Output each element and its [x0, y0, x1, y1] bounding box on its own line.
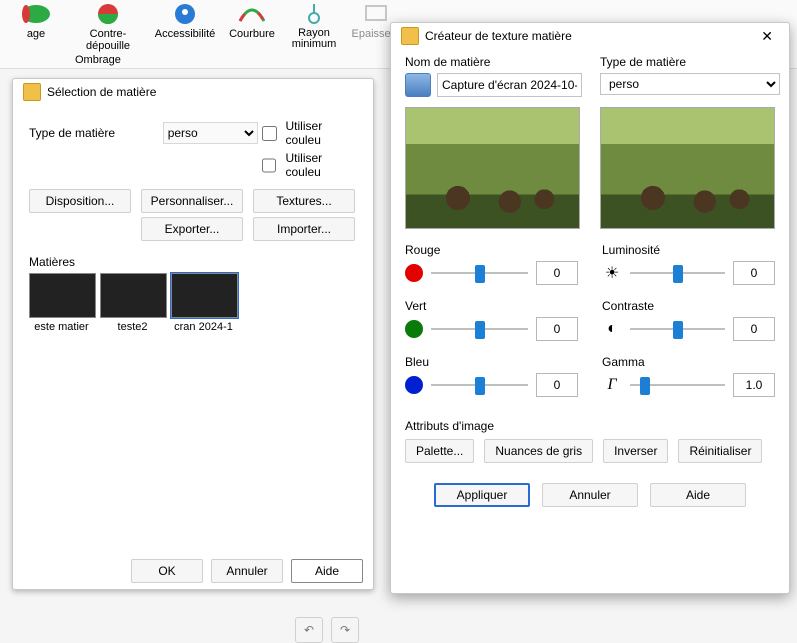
help-button[interactable]: Aide [291, 559, 363, 583]
vert-value[interactable] [536, 317, 578, 341]
redo-button[interactable]: ↷ [331, 617, 359, 643]
dialog-title: Créateur de texture matière [425, 29, 572, 43]
material-name-input[interactable] [437, 73, 582, 97]
dialog-title-icon [23, 83, 41, 101]
dialog-title: Sélection de matière [47, 85, 156, 99]
appliquer-button[interactable]: Appliquer [434, 483, 530, 507]
material-type-label: Type de matière [600, 55, 780, 69]
aide-button[interactable]: Aide [650, 483, 746, 507]
open-file-icon[interactable] [405, 73, 431, 97]
ribbon-label: Rayon minimum [284, 28, 344, 50]
thumb-image [100, 273, 167, 318]
matieres-label: Matières [29, 255, 357, 269]
ribbon-icon [90, 0, 126, 28]
bleu-slider[interactable] [431, 376, 528, 394]
ribbon-item-courbure[interactable]: Courbure [222, 0, 282, 52]
use-colour-1-checkbox[interactable] [262, 126, 276, 141]
thumb-caption: teste2 [100, 321, 165, 333]
dialog-title-bar: Créateur de texture matière ✕ [391, 23, 789, 49]
material-thumbs: este matier teste2 cran 2024-1 [29, 273, 357, 333]
close-icon[interactable]: ✕ [755, 28, 779, 45]
gamma-label: Gamma [602, 355, 775, 369]
bleu-label: Bleu [405, 355, 578, 369]
bleu-value[interactable] [536, 373, 578, 397]
textures-button[interactable]: Textures... [253, 189, 355, 213]
contraste-slider[interactable] [630, 320, 725, 338]
vert-label: Vert [405, 299, 578, 313]
gamma-slider[interactable] [630, 376, 725, 394]
use-colour-2-label: Utiliser couleu [285, 151, 357, 179]
luminosite-slider[interactable] [630, 264, 725, 282]
rouge-value[interactable] [536, 261, 578, 285]
thumb-caption: cran 2024-1 [171, 321, 236, 333]
ok-button[interactable]: OK [131, 559, 203, 583]
palette-button[interactable]: Palette... [405, 439, 474, 463]
reinitialiser-button[interactable]: Réinitialiser [678, 439, 762, 463]
personnaliser-button[interactable]: Personnaliser... [141, 189, 243, 213]
dialog-title-bar: Sélection de matière [13, 79, 373, 105]
ribbon-label: Contre-dépouille [68, 28, 148, 52]
contrast-icon: ◐ [602, 319, 622, 339]
ribbon-label: Accessibilité [155, 28, 216, 40]
inverser-button[interactable]: Inverser [603, 439, 668, 463]
ribbon-label: age [27, 28, 45, 40]
ribbon-item-accessibilite[interactable]: Accessibilité [150, 0, 220, 52]
dialog-texture-creator: Créateur de texture matière ✕ Nom de mat… [390, 22, 790, 594]
ribbon-icon [167, 0, 203, 28]
green-dot-icon [405, 320, 423, 338]
material-thumb[interactable]: cran 2024-1 [171, 273, 236, 333]
thumb-image [171, 273, 238, 318]
luminosite-value[interactable] [733, 261, 775, 285]
exporter-button[interactable]: Exporter... [141, 217, 243, 241]
use-colour-2-checkbox[interactable] [262, 158, 276, 173]
red-dot-icon [405, 264, 423, 282]
brightness-icon: ☀ [602, 263, 622, 283]
undo-button[interactable]: ↶ [295, 617, 323, 643]
texture-preview-original [405, 107, 580, 229]
dialog-title-icon [401, 27, 419, 45]
material-thumb[interactable]: este matier [29, 273, 94, 333]
vert-slider[interactable] [431, 320, 528, 338]
dialog-material-selection: Sélection de matière Type de matière per… [12, 78, 374, 590]
ribbon-icon [234, 0, 270, 28]
annuler-button[interactable]: Annuler [542, 483, 638, 507]
ribbon-icon [18, 0, 54, 28]
thumb-image [29, 273, 96, 318]
material-type-select[interactable]: perso [600, 73, 780, 95]
material-thumb[interactable]: teste2 [100, 273, 165, 333]
ribbon-item-age[interactable]: age [6, 0, 66, 52]
use-colour-1-label: Utiliser couleu [286, 119, 357, 147]
cancel-button[interactable]: Annuler [211, 559, 283, 583]
rouge-label: Rouge [405, 243, 578, 257]
material-type-label: Type de matière [29, 126, 163, 140]
importer-button[interactable]: Importer... [253, 217, 355, 241]
luminosite-label: Luminosité [602, 243, 775, 257]
ribbon-group-caption: Ombrage [75, 54, 121, 66]
disposition-button[interactable]: Disposition... [29, 189, 131, 213]
rouge-slider[interactable] [431, 264, 528, 282]
ribbon-icon [358, 0, 394, 28]
gamma-icon: Γ [602, 375, 622, 395]
material-name-label: Nom de matière [405, 55, 582, 69]
blue-dot-icon [405, 376, 423, 394]
nuances-gris-button[interactable]: Nuances de gris [484, 439, 593, 463]
ribbon-icon [296, 0, 332, 28]
contraste-value[interactable] [733, 317, 775, 341]
ribbon-label: Courbure [229, 28, 275, 40]
material-type-select[interactable]: perso [163, 122, 259, 144]
image-attributes-label: Attributs d'image [391, 419, 789, 433]
ribbon-item-rayon-minimum[interactable]: Rayon minimum [284, 0, 344, 52]
texture-preview-result [600, 107, 775, 229]
ribbon-item-contre-depouille[interactable]: Contre-dépouille [68, 0, 148, 52]
gamma-value[interactable] [733, 373, 775, 397]
thumb-caption: este matier [29, 321, 94, 333]
contraste-label: Contraste [602, 299, 775, 313]
